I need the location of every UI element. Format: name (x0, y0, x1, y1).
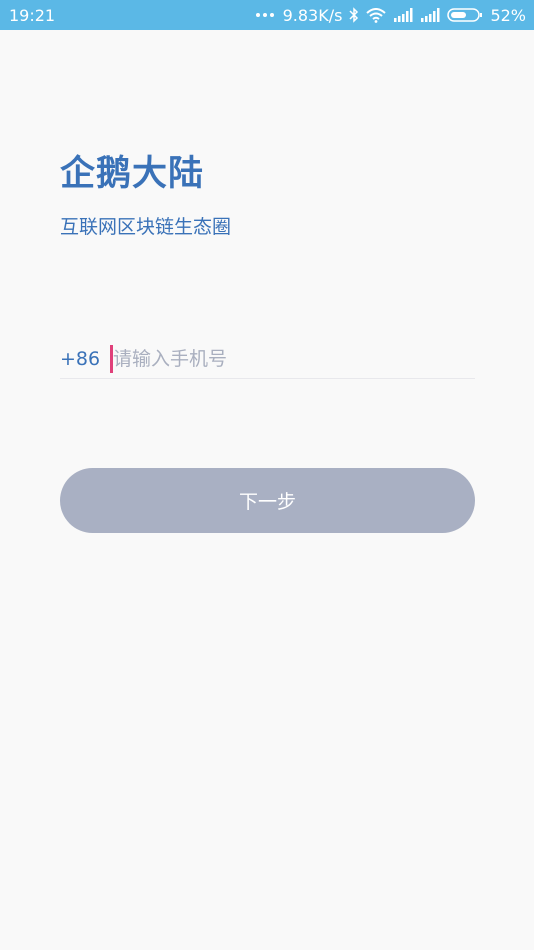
next-button[interactable]: 下一步 (60, 468, 475, 533)
signal-icon (393, 8, 413, 22)
phone-input-row: +86 (60, 340, 475, 379)
country-code[interactable]: +86 (60, 348, 110, 370)
wifi-icon (366, 7, 387, 23)
network-speed: 9.83K/s (282, 5, 343, 25)
phone-input[interactable] (113, 348, 475, 370)
status-bar: 19:21 9.83K/s 52% (0, 0, 534, 30)
signal-icon (420, 8, 440, 22)
bluetooth-icon (349, 7, 359, 23)
app-subtitle: 互联网区块链生态圈 (60, 216, 232, 238)
status-icons: 9.83K/s 52% (255, 5, 526, 25)
status-time: 19:21 (9, 5, 56, 25)
more-dots-icon (255, 13, 274, 17)
battery-icon (447, 7, 483, 23)
battery-level: 52% (490, 5, 526, 25)
app-title: 企鹅大陆 (60, 154, 205, 194)
